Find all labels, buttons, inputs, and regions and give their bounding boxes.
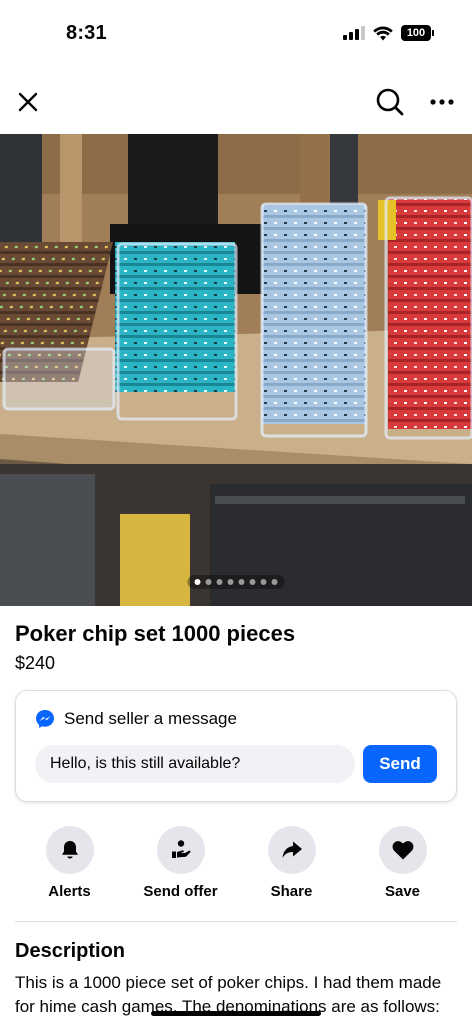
battery-icon: 100 [401, 25, 434, 41]
page-dot [249, 579, 256, 585]
message-input[interactable]: Hello, is this still available? [35, 745, 355, 783]
save-icon-circle [378, 826, 427, 874]
page-dot [238, 579, 245, 585]
photo-pagination[interactable] [187, 575, 285, 589]
heart-icon [392, 841, 413, 860]
send-offer-icon-circle [156, 826, 205, 874]
status-bar: 8:31 100 [0, 0, 472, 70]
top-nav [0, 78, 472, 128]
page-dot [205, 579, 212, 585]
page-dot [260, 579, 267, 585]
alerts-icon-circle [45, 826, 94, 874]
alerts-button[interactable]: Alerts [14, 826, 125, 906]
page-dot [227, 579, 234, 585]
close-button[interactable] [12, 86, 44, 118]
send-button[interactable]: Send [363, 745, 437, 783]
send-offer-label: Send offer [143, 883, 218, 900]
battery-level: 100 [401, 25, 431, 41]
search-button[interactable] [374, 86, 406, 118]
description-text: This is a 1000 piece set of poker chips.… [15, 973, 442, 1024]
poker-chips-photo [0, 134, 472, 606]
share-button[interactable]: Share [236, 826, 347, 906]
status-icons: 100 [343, 25, 434, 41]
listing-photo[interactable] [0, 134, 472, 606]
message-header-label: Send seller a message [64, 709, 237, 728]
message-seller-card: Send seller a message Hello, is this sti… [15, 690, 457, 802]
alerts-label: Alerts [48, 883, 91, 900]
listing-actions: Alerts Send offer Share Save [14, 826, 458, 906]
cellular-signal-icon [343, 26, 365, 40]
search-icon [376, 88, 404, 116]
send-offer-button[interactable]: Send offer [125, 826, 236, 906]
home-indicator[interactable] [151, 1011, 321, 1016]
share-icon-circle [267, 826, 316, 874]
page-dot [271, 579, 278, 585]
save-button[interactable]: Save [347, 826, 458, 906]
share-icon [282, 841, 302, 858]
message-header: Send seller a message [35, 709, 237, 729]
share-label: Share [270, 883, 313, 900]
offer-icon [171, 840, 191, 858]
page-dot [194, 579, 201, 585]
wifi-icon [373, 26, 393, 40]
listing-price: $240 [15, 653, 56, 673]
page-dot [216, 579, 223, 585]
status-time: 8:31 [66, 22, 107, 44]
more-button[interactable] [426, 86, 458, 118]
description-title: Description [15, 940, 126, 962]
divider [15, 921, 457, 922]
more-icon [430, 99, 454, 105]
messenger-icon [36, 710, 54, 728]
listing-title: Poker chip set 1000 pieces [15, 621, 296, 646]
save-label: Save [384, 883, 421, 900]
bell-icon [61, 841, 78, 859]
close-icon [18, 92, 38, 112]
